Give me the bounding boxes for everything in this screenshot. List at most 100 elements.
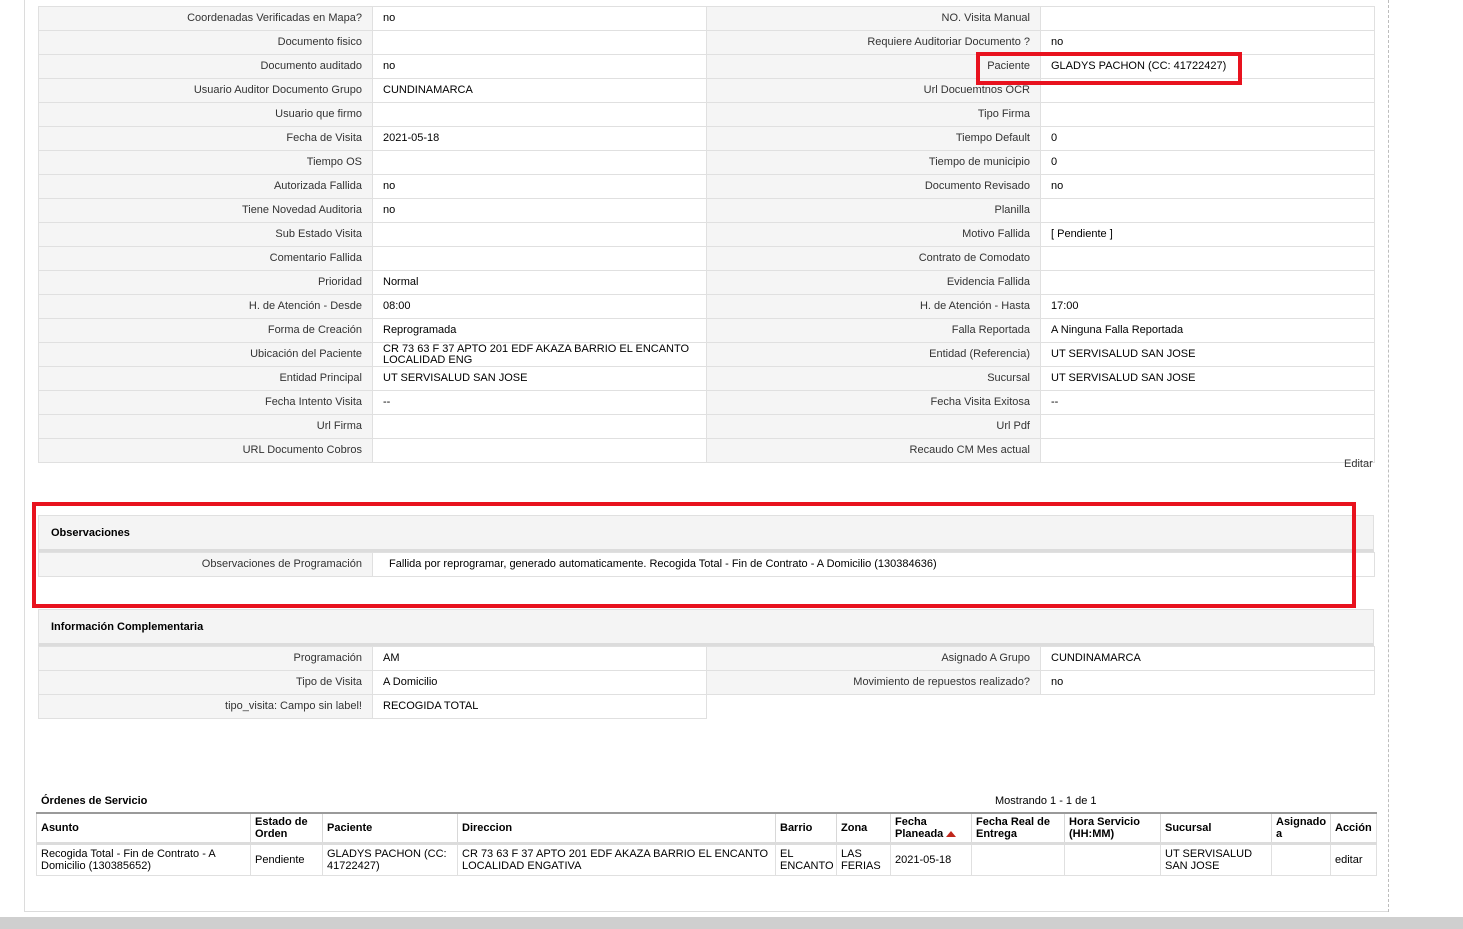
observaciones-table: Observaciones de Programación Fallida po… [38, 552, 1375, 577]
field-value-fecha-visita-exitosa: -- [1040, 390, 1375, 415]
cell-zona: LAS FERIAS [836, 843, 891, 876]
column-header-zona[interactable]: Zona [836, 812, 891, 845]
sort-ascending-icon[interactable] [946, 830, 957, 837]
field-label-paciente: Paciente [706, 54, 1041, 79]
field-label-requiere-auditoriar-documento: Requiere Auditoriar Documento ? [706, 30, 1041, 55]
field-value-requiere-auditoriar-documento: no [1040, 30, 1375, 55]
column-header-hora-servicio-hh-mm[interactable]: Hora Servicio (HH:MM) [1064, 812, 1161, 845]
field-value-planilla [1040, 198, 1375, 223]
orders-count: Mostrando 1 - 1 de 1 [995, 795, 1097, 807]
field-value-entidad-principal: UT SERVISALUD SAN JOSE [372, 366, 707, 391]
observaciones-value: Fallida por reprogramar, generado automa… [372, 552, 1375, 577]
field-label-h-de-atencion-desde: H. de Atención - Desde [38, 294, 373, 319]
field-label-entidad-referencia: Entidad (Referencia) [706, 342, 1041, 367]
field-value-url-firma [372, 414, 707, 439]
visit-detail-table: Coordenadas Verificadas en Mapa? no NO. Vi… [38, 6, 1375, 463]
field-value-programacion: AM [372, 646, 707, 671]
field-label-contrato-de-comodato: Contrato de Comodato [706, 246, 1041, 271]
horizontal-scrollbar[interactable] [0, 917, 1463, 929]
column-header-fecha-real-de-entrega[interactable]: Fecha Real de Entrega [971, 812, 1065, 845]
field-label-tipo-firma: Tipo Firma [706, 102, 1041, 127]
field-value-motivo-fallida: [ Pendiente ] [1040, 222, 1375, 247]
column-header-accion[interactable]: Acción [1330, 812, 1377, 845]
column-header-barrio[interactable]: Barrio [775, 812, 837, 845]
detail-row: Fecha Intento Visita -- Fecha Visita Exito… [38, 390, 1375, 415]
field-label-tiempo-de-municipio: Tiempo de municipio [706, 150, 1041, 175]
field-value-documento-revisado: no [1040, 174, 1375, 199]
column-header-asignado-a[interactable]: Asignado a [1271, 812, 1331, 845]
column-header-label: Asunto [41, 821, 79, 834]
field-label-evidencia-fallida: Evidencia Fallida [706, 270, 1041, 295]
field-value-tipo-firma [1040, 102, 1375, 127]
column-header-estado-de-orden[interactable]: Estado de Orden [250, 812, 323, 845]
field-value-tipo-de-visita: A Domicilio [372, 670, 707, 695]
column-header-direccion[interactable]: Direccion [457, 812, 776, 845]
cell-fecha-planeada: 2021-05-18 [890, 843, 972, 876]
field-label-sub-estado-visita: Sub Estado Visita [38, 222, 373, 247]
detail-row: Tipo de Visita A Domicilio Movimiento de r… [38, 670, 1375, 695]
cell-hora-servicio-hh-mm [1064, 843, 1161, 876]
detail-row: Documento fisico Requiere Auditoriar Docu… [38, 30, 1375, 55]
field-label-asignado-a-grupo: Asignado A Grupo [706, 646, 1041, 671]
field-value-documento-auditado: no [372, 54, 707, 79]
detail-row: Usuario que firmo Tipo Firma [38, 102, 1375, 127]
column-header-paciente[interactable]: Paciente [322, 812, 458, 845]
edit-link[interactable]: Editar [1344, 458, 1373, 470]
field-value-asignado-a-grupo: CUNDINAMARCA [1040, 646, 1375, 671]
field-label-url-documento-cobros: URL Documento Cobros [38, 438, 373, 463]
field-label-entidad-principal: Entidad Principal [38, 366, 373, 391]
service-orders-table: Asunto Estado de Orden Paciente Direccion Ba… [36, 812, 1377, 876]
cell-fecha-real-de-entrega [971, 843, 1065, 876]
field-value-usuario-que-firmo [372, 102, 707, 127]
cell-asignado-a [1271, 843, 1331, 876]
field-label-planilla: Planilla [706, 198, 1041, 223]
column-header-label: Sucursal [1165, 821, 1212, 834]
edit-order-link[interactable]: editar [1330, 843, 1377, 876]
field-value-sucursal: UT SERVISALUD SAN JOSE [1040, 366, 1375, 391]
column-header-sucursal[interactable]: Sucursal [1160, 812, 1272, 845]
field-label-tipo-visita-campo-sin-label: tipo_visita: Campo sin label! [38, 694, 373, 719]
field-value-contrato-de-comodato [1040, 246, 1375, 271]
column-header-label: Fecha Planeada [895, 815, 944, 840]
field-label-url-firma: Url Firma [38, 414, 373, 439]
field-value-fecha-de-visita: 2021-05-18 [372, 126, 707, 151]
orders-title: Órdenes de Servicio [41, 795, 148, 807]
field-value-forma-de-creacion: Reprogramada [372, 318, 707, 343]
field-value-comentario-fallida [372, 246, 707, 271]
field-value-tiempo-default: 0 [1040, 126, 1375, 151]
field-label-fecha-intento-visita: Fecha Intento Visita [38, 390, 373, 415]
cell-asunto: Recogida Total - Fin de Contrato - A Dom… [36, 843, 251, 876]
field-label-comentario-fallida: Comentario Fallida [38, 246, 373, 271]
complementaria-title: Información Complementaria [51, 621, 204, 633]
cell-estado-de-orden: Pendiente [250, 843, 323, 876]
table-row: Recogida Total - Fin de Contrato - A Dom… [36, 843, 1377, 876]
column-header-label: Estado de Orden [255, 815, 308, 840]
detail-row: Programación AM Asignado A Grupo CUNDINAMAR… [38, 646, 1375, 671]
field-value-url-docuemtnos-ocr [1040, 78, 1375, 103]
field-value-tiene-novedad-auditoria: no [372, 198, 707, 223]
dashed-divider [1388, 0, 1389, 912]
detail-row: Url Firma Url Pdf [38, 414, 1375, 439]
field-value-fecha-intento-visita: -- [372, 390, 707, 415]
field-label-movimiento-de-repuestos-realizado: Movimiento de repuestos realizado? [706, 670, 1041, 695]
field-label-documento-fisico: Documento fisico [38, 30, 373, 55]
field-label-prioridad: Prioridad [38, 270, 373, 295]
field-label-forma-de-creacion: Forma de Creación [38, 318, 373, 343]
observaciones-label: Observaciones de Programación [38, 552, 373, 577]
cell-direccion: CR 73 63 F 37 APTO 201 EDF AKAZA BARRIO … [457, 843, 776, 876]
field-value-prioridad: Normal [372, 270, 707, 295]
field-value-entidad-referencia: UT SERVISALUD SAN JOSE [1040, 342, 1375, 367]
field-label-recaudo-cm-mes-actual: Recaudo CM Mes actual [706, 438, 1041, 463]
column-header-label: Barrio [780, 821, 813, 834]
observaciones-title: Observaciones [51, 527, 130, 539]
column-header-label: Asignado a [1276, 815, 1327, 840]
field-value-falla-reportada: A Ninguna Falla Reportada [1040, 318, 1375, 343]
column-header-label: Hora Servicio (HH:MM) [1069, 815, 1140, 840]
complementaria-header: Información Complementaria [38, 609, 1374, 646]
detail-row: H. de Atención - Desde 08:00 H. de Atenció… [38, 294, 1375, 319]
column-header-fecha-planeada[interactable]: Fecha Planeada [890, 812, 972, 845]
detail-row: Sub Estado Visita Motivo Fallida[ Pendien… [38, 222, 1375, 247]
field-label-fecha-visita-exitosa: Fecha Visita Exitosa [706, 390, 1041, 415]
field-label-ubicacion-del-paciente: Ubicación del Paciente [38, 342, 373, 367]
column-header-asunto[interactable]: Asunto [36, 812, 251, 845]
